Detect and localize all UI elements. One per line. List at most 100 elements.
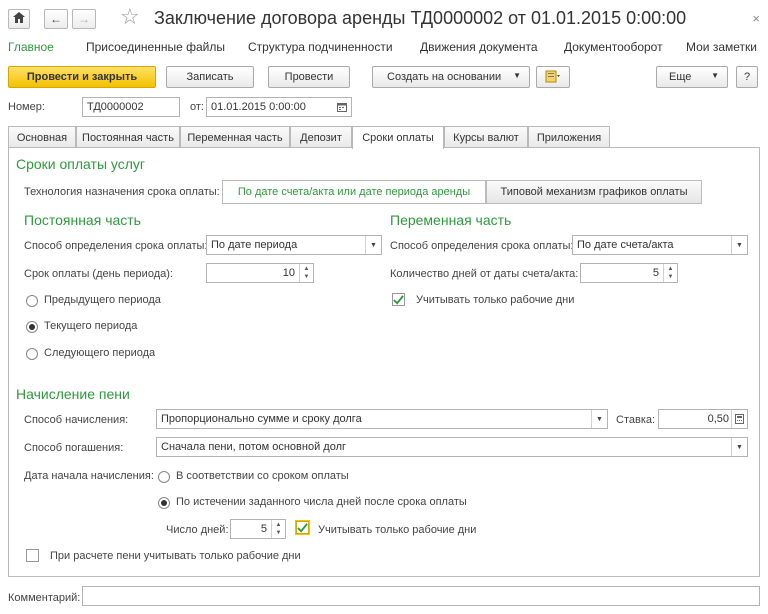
fixed-term-value: 10 [282,267,295,279]
tab-payment-terms[interactable]: Сроки оплаты [352,126,444,149]
accrual-method-select[interactable]: Пропорционально сумме и сроку долга ▼ [156,409,608,429]
variable-days-field[interactable]: 5 ▲ ▼ [580,263,678,283]
back-button[interactable]: ← [44,9,68,29]
penalty-days-workdays-label: Учитывать только рабочие дни [318,524,477,536]
tab-exchange-rates[interactable]: Курсы валют [444,126,528,148]
tech-option-by-invoice[interactable]: По дате счета/акта или дате периода арен… [222,180,486,204]
nav-movements[interactable]: Движения документа [420,40,538,54]
tab-variable-part[interactable]: Переменная часть [180,126,290,148]
calc-workdays-label: При расчете пени учитывать только рабочи… [50,550,301,562]
accrual-method-label: Способ начисления: [24,414,129,426]
spin-arrows-icon[interactable]: ▲ ▼ [663,264,677,282]
penalty-days-label: Число дней: [166,524,229,536]
print-menu-button[interactable] [536,66,570,88]
calculator-icon[interactable] [731,410,747,428]
tab-attachments[interactable]: Приложения [528,126,610,148]
tab-main[interactable]: Основная [8,126,76,148]
nav-docflow[interactable]: Документооборот [564,40,663,54]
accrual-start-label: Дата начала начисления: [24,470,154,482]
checkmark-icon [297,522,308,533]
home-icon [13,12,25,26]
chevron-down-icon[interactable]: ▼ [731,236,747,254]
fixed-term-field[interactable]: 10 ▲ ▼ [206,263,314,283]
tab-deposit[interactable]: Депозит [290,126,352,148]
nav-my-notes[interactable]: Мои заметки [686,40,757,54]
radio-next-period[interactable] [26,348,38,360]
chevron-down-icon[interactable]: ▼ [365,236,381,254]
variable-method-label: Способ определения срока оплаты: [390,240,574,252]
chevron-down-icon[interactable]: ▼ [731,438,747,456]
variable-method-value: По дате счета/акта [577,239,674,251]
print-icon [545,69,561,86]
date-value: 01.01.2015 0:00:00 [211,101,306,113]
chevron-down-icon: ▼ [711,71,719,80]
fixed-method-label: Способ определения срока оплаты: [24,240,208,252]
forward-button[interactable]: → [72,9,96,29]
more-button[interactable]: Еще ▼ [656,66,728,88]
variable-method-select[interactable]: По дате счета/акта ▼ [572,235,748,255]
variable-part-title: Переменная часть [390,212,512,228]
chevron-down-icon: ▼ [513,71,521,80]
radio-current-period-label: Текущего периода [44,320,138,332]
window-title: Заключение договора аренды ТД0000002 от … [154,8,687,28]
fixed-part-title: Постоянная часть [24,212,141,228]
repayment-method-label: Способ погашения: [24,442,124,454]
radio-current-period[interactable] [26,321,38,333]
fixed-method-select[interactable]: По дате периода ▼ [206,235,382,255]
fixed-method-value: По дате периода [211,239,298,251]
rate-label: Ставка: [616,414,656,426]
tech-option-schedule[interactable]: Типовой механизм графиков оплаты [486,180,702,204]
radio-previous-period-label: Предыдущего периода [44,294,161,306]
home-button[interactable] [8,9,30,29]
back-arrow-icon: ← [50,12,62,26]
spin-arrows-icon[interactable]: ▲ ▼ [299,264,313,282]
payment-section-title: Сроки оплаты услуг [16,156,146,172]
forward-arrow-icon: → [78,12,90,26]
calc-workdays-checkbox[interactable] [26,549,39,562]
radio-by-payment-term[interactable] [158,471,170,483]
penalty-days-field[interactable]: 5 ▲ ▼ [230,519,286,539]
number-field[interactable]: ТД0000002 [82,97,180,117]
number-label: Номер: [8,101,45,113]
close-icon[interactable]: × [752,11,760,26]
rate-field[interactable]: 0,50 [658,409,748,429]
rate-value: 0,50 [707,413,729,425]
penalty-section-title: Начисление пени [16,386,130,402]
radio-next-period-label: Следующего периода [44,347,156,359]
penalty-days-workdays-checkbox[interactable] [296,521,309,534]
comment-field[interactable] [82,586,760,606]
repayment-method-value: Сначала пени, потом основной долг [161,441,346,453]
fixed-term-label: Срок оплаты (день периода): [24,268,173,280]
chevron-down-icon[interactable]: ▼ [591,410,607,428]
save-button[interactable]: Записать [166,66,254,88]
tech-label: Технология назначения срока оплаты: [24,186,220,198]
accrual-method-value: Пропорционально сумме и сроку долга [161,413,362,425]
spin-arrows-icon[interactable]: ▲ ▼ [271,520,285,538]
create-based-on-button[interactable]: Создать на основании ▼ [372,66,530,88]
post-and-close-button[interactable]: Провести и закрыть [8,66,156,88]
radio-previous-period[interactable] [26,295,38,307]
nav-attached-files[interactable]: Присоединенные файлы [86,40,225,54]
date-label: от: [190,101,204,113]
nav-main[interactable]: Главное [8,40,54,54]
checkmark-icon [393,294,404,305]
create-based-on-label: Создать на основании [387,71,502,83]
radio-after-days[interactable] [158,497,170,509]
comment-label: Комментарий: [8,592,81,604]
variable-days-value: 5 [652,267,659,279]
variable-workdays-label: Учитывать только рабочие дни [416,294,575,306]
post-button[interactable]: Провести [268,66,350,88]
tab-fixed-part[interactable]: Постоянная часть [76,126,180,148]
variable-days-label: Количество дней от даты счета/акта: [390,268,579,280]
calendar-icon[interactable] [337,102,347,115]
favorite-star-icon[interactable]: ☆ [120,4,140,30]
nav-subordination[interactable]: Структура подчиненности [248,40,393,54]
radio-after-days-label: По истечении заданного числа дней после … [176,496,467,508]
repayment-method-select[interactable]: Сначала пени, потом основной долг ▼ [156,437,748,457]
more-label: Еще [669,71,692,83]
radio-by-payment-term-label: В соответствии со сроком оплаты [176,470,349,482]
variable-workdays-checkbox[interactable] [392,293,405,306]
help-button[interactable]: ? [736,66,758,88]
penalty-days-value: 5 [260,523,267,535]
date-field[interactable]: 01.01.2015 0:00:00 [206,97,352,117]
